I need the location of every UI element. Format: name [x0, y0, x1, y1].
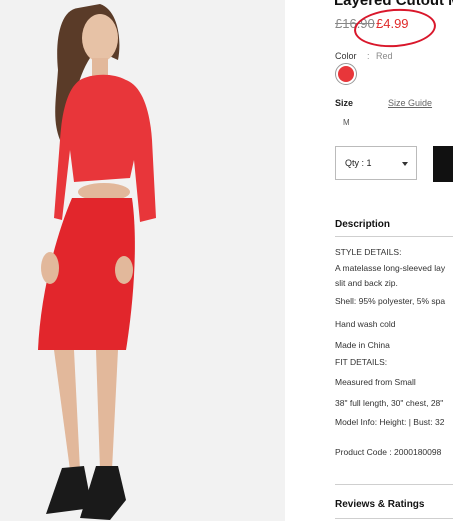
annotation-circle [352, 6, 438, 50]
size-label: Size [335, 98, 354, 108]
description-line: Model Info: Height: | Bust: 32 [335, 417, 445, 427]
description-line: Hand wash cold [335, 319, 396, 329]
add-to-bag-button[interactable] [433, 146, 453, 182]
divider [335, 236, 453, 237]
color-separator: : [367, 51, 370, 61]
product-title: Layered Cutout M [334, 0, 453, 9]
chevron-down-icon [402, 162, 408, 166]
description-line: A matelasse long-sleeved lay [335, 263, 446, 273]
swatch-fill [338, 66, 354, 82]
description-line: slit and back zip. [335, 278, 398, 288]
quantity-label: Qty : 1 [345, 158, 372, 168]
divider [335, 484, 453, 485]
description-line: STYLE DETAILS: [335, 247, 402, 257]
divider [335, 518, 453, 519]
description-line: 38" full length, 30" chest, 28" [335, 398, 444, 408]
model-illustration [0, 0, 285, 521]
description-line: Made in China [335, 340, 390, 350]
description-line: FIT DETAILS: [335, 357, 388, 367]
reviews-heading[interactable]: Reviews & Ratings [335, 499, 424, 510]
quantity-select[interactable]: Qty : 1 [335, 146, 417, 180]
description-heading[interactable]: Description [335, 219, 390, 230]
size-option-m[interactable]: M [343, 118, 350, 127]
product-photo [0, 0, 285, 521]
description-line: Shell: 95% polyester, 5% spa [335, 296, 446, 306]
color-value: Red [376, 51, 393, 61]
description-line: Measured from Small [335, 377, 416, 387]
color-label: Color [335, 51, 357, 61]
color-swatch-red[interactable] [335, 63, 357, 85]
product-code: Product Code : 2000180098 [335, 447, 442, 457]
size-guide-link[interactable]: Size Guide [388, 98, 432, 108]
